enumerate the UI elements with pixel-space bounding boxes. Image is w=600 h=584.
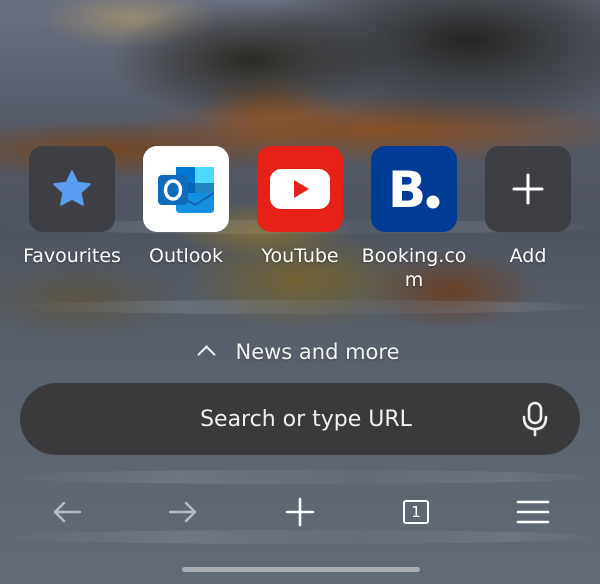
address-bar[interactable]: Search or type URL: [20, 383, 580, 455]
back-arrow-icon: [53, 501, 82, 523]
back-button[interactable]: [43, 488, 91, 536]
speed-dial: Favourites Outlook YouTube B Booking.com…: [0, 146, 600, 296]
shortcut-label: Booking.com: [361, 245, 467, 291]
shortcut-favourites[interactable]: Favourites: [12, 146, 132, 268]
news-and-more-toggle[interactable]: News and more: [0, 340, 600, 364]
outlook-logo-icon: [143, 146, 229, 232]
tab-count: 1: [403, 500, 429, 524]
new-tab-button[interactable]: [276, 488, 324, 536]
booking-logo-icon: B: [371, 146, 457, 232]
menu-button[interactable]: [509, 488, 557, 536]
plus-icon: [485, 146, 571, 232]
hamburger-menu-icon: [516, 500, 550, 524]
youtube-logo-icon: [257, 146, 343, 232]
star-icon: [29, 146, 115, 232]
water-ripple: [0, 300, 600, 314]
shortcut-youtube[interactable]: YouTube: [240, 146, 360, 268]
svg-text:B: B: [388, 161, 426, 219]
shortcut-label: YouTube: [261, 245, 339, 267]
forward-arrow-icon: [168, 501, 197, 523]
shortcut-label: Favourites: [23, 245, 121, 267]
forward-button[interactable]: [159, 488, 207, 536]
shortcut-add[interactable]: Add: [468, 146, 588, 268]
bottom-toolbar: 1: [0, 488, 600, 536]
home-indicator[interactable]: [182, 567, 420, 572]
shortcut-label: Add: [509, 245, 547, 267]
shortcut-outlook[interactable]: Outlook: [126, 146, 246, 268]
news-label: News and more: [235, 340, 400, 364]
microphone-icon[interactable]: [520, 401, 550, 437]
search-input[interactable]: Search or type URL: [200, 407, 412, 432]
plus-icon: [285, 497, 315, 527]
shortcut-booking[interactable]: B Booking.com: [354, 146, 474, 292]
tabs-button[interactable]: 1: [392, 488, 440, 536]
chevron-up-icon: [197, 345, 217, 364]
water-ripple: [0, 470, 600, 484]
shortcut-label: Outlook: [149, 245, 223, 267]
